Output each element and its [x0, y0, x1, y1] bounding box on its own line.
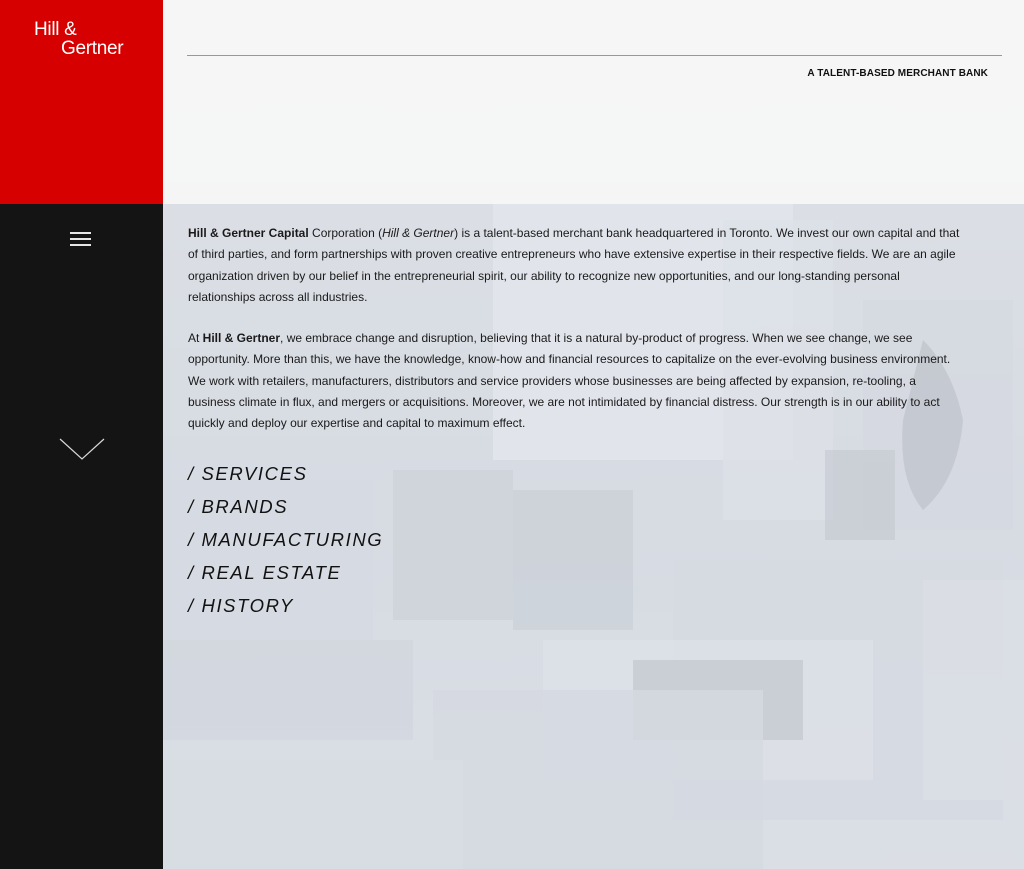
intro-paragraph-1: Hill & Gertner Capital Corporation (Hill… — [188, 223, 963, 308]
company-short-name-bold: Hill & Gertner — [202, 331, 281, 346]
section-nav: / SERVICES / BRANDS / MANUFACTURING / RE… — [188, 462, 383, 627]
nav-item-real-estate[interactable]: / REAL ESTATE — [188, 561, 383, 594]
p2-text-b: , we embrace change and disruption, beli… — [188, 331, 951, 431]
company-short-name: Hill & Gertner — [382, 226, 455, 240]
company-name: Hill & Gertner Capital — [188, 226, 309, 240]
intro-content: Hill & Gertner Capital Corporation (Hill… — [188, 223, 963, 455]
nav-item-history[interactable]: / HISTORY — [188, 594, 383, 627]
logo-panel[interactable]: Hill & Gertner — [0, 0, 163, 204]
nav-item-brands[interactable]: / BRANDS — [188, 495, 383, 528]
sidebar — [0, 204, 163, 869]
logo-line1: Hill & — [34, 19, 77, 40]
tagline: A TALENT-BASED MERCHANT BANK — [807, 68, 988, 79]
page: Hill & Gertner A TALENT-BASED MERCHANT B… — [0, 0, 1024, 869]
hamburger-menu-icon[interactable] — [70, 230, 92, 248]
intro-paragraph-2: At Hill & Gertner, we embrace change and… — [188, 328, 963, 434]
logo-line2: Gertner — [61, 38, 124, 59]
chevron-down-icon[interactable] — [58, 436, 106, 462]
p1-text-a: Corporation ( — [308, 226, 383, 240]
header-divider — [187, 55, 1002, 56]
header-overlay — [163, 0, 1024, 204]
p2-text-a: At — [188, 331, 203, 346]
logo[interactable]: Hill & Gertner — [34, 19, 124, 59]
nav-item-services[interactable]: / SERVICES — [188, 462, 383, 495]
nav-item-manufacturing[interactable]: / MANUFACTURING — [188, 528, 383, 561]
